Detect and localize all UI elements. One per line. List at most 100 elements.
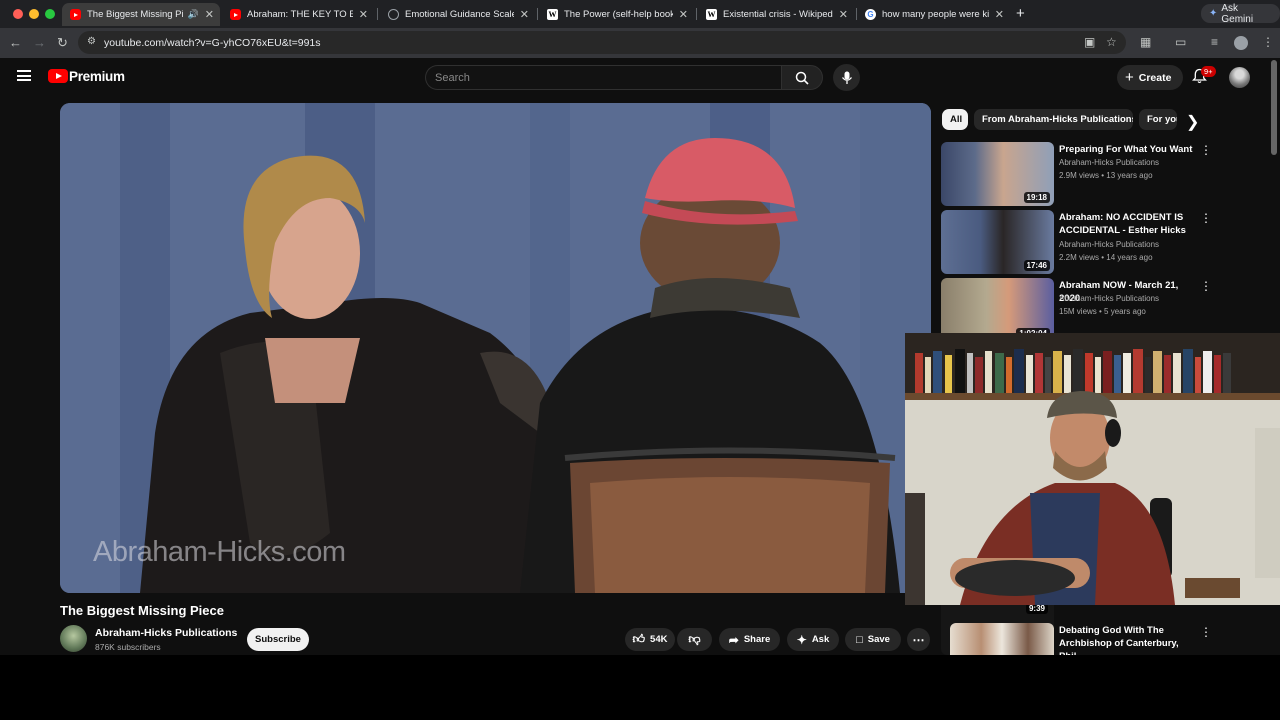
tab-title: how many people were killed <box>882 9 989 20</box>
browser-tab[interactable]: Emotional Guidance Scale - H ✕ <box>380 3 535 26</box>
youtube-icon <box>230 9 241 20</box>
tab-divider <box>377 8 378 20</box>
video-thumbnail[interactable]: 19:18 <box>941 142 1054 206</box>
more-vertical-icon[interactable]: ⋮ <box>1200 280 1212 292</box>
minimize-window-button[interactable] <box>29 9 39 19</box>
recommendation-title[interactable]: Debating God With The Archbishop of Cant… <box>1059 624 1201 655</box>
video-player[interactable]: Abraham-Hicks.com <box>60 103 931 593</box>
close-window-button[interactable] <box>13 9 23 19</box>
tab-title: The Biggest Missing Piece <box>87 9 184 20</box>
speaker-icon[interactable]: 🔊 <box>188 9 199 20</box>
like-count: 54K <box>650 634 668 645</box>
more-horizontal-icon: ⋯ <box>912 632 925 647</box>
browser-tab[interactable]: G how many people were killed ✕ <box>857 3 1010 26</box>
page-scrollbar[interactable] <box>1271 60 1277 155</box>
back-arrow-icon[interactable]: ← <box>9 35 22 50</box>
notification-badge: 9+ <box>1201 66 1216 77</box>
video-thumbnail[interactable] <box>950 623 1054 655</box>
cast-icon[interactable]: ▭ <box>1175 35 1186 49</box>
url-text: youtube.com/watch?v=G-yhCO76xEU&t=991s <box>104 36 321 49</box>
video-watermark: Abraham-Hicks.com <box>93 536 346 568</box>
tab-divider <box>696 8 697 20</box>
extensions-icon[interactable]: ▦ <box>1140 35 1151 49</box>
close-tab-icon[interactable]: ✕ <box>995 8 1004 21</box>
install-app-icon[interactable]: ▣ <box>1084 35 1095 49</box>
search-input[interactable]: Search <box>425 65 782 90</box>
bookshelf <box>915 349 1231 393</box>
close-tab-icon[interactable]: ✕ <box>359 8 368 21</box>
webcam-overlay <box>905 333 1280 605</box>
thumbs-down-icon: 👎︎ <box>688 632 701 646</box>
save-button[interactable]: □ Save <box>845 628 901 651</box>
subscriber-count: 876K subscribers <box>95 642 161 652</box>
voice-search-button[interactable] <box>833 64 860 91</box>
plus-icon: + <box>1125 69 1134 86</box>
account-avatar[interactable] <box>1229 67 1250 88</box>
webcam-frame <box>905 333 1280 605</box>
reload-icon[interactable]: ↻ <box>57 35 68 51</box>
bookmark-icon: □ <box>856 633 863 646</box>
new-tab-button[interactable]: + <box>1016 5 1025 22</box>
create-label: Create <box>1138 71 1172 84</box>
ask-button[interactable]: ✦ Ask <box>787 628 839 651</box>
more-vertical-icon[interactable]: ⋮ <box>1200 212 1212 224</box>
wikipedia-icon: W <box>547 9 558 20</box>
google-icon: G <box>865 9 876 20</box>
youtube-logo-icon[interactable] <box>48 69 68 83</box>
video-frame <box>60 103 931 593</box>
chip-all[interactable]: All <box>942 109 968 130</box>
ask-gemini-button[interactable]: ✦ Ask Gemini <box>1201 2 1280 25</box>
recommendation-meta: 2.9M views • 13 years ago <box>1059 171 1153 180</box>
close-tab-icon[interactable]: ✕ <box>679 8 688 21</box>
thumbs-up-icon: 👍︎ <box>632 632 646 646</box>
browser-tab[interactable]: W Existential crisis - Wikipedia ✕ <box>698 3 854 26</box>
recommendation-title[interactable]: Abraham: NO ACCIDENT IS ACCIDENTAL - Est… <box>1059 211 1201 237</box>
recommendation-channel: Abraham-Hicks Publications <box>1059 158 1160 167</box>
reading-list-icon[interactable]: ≡ <box>1211 35 1218 49</box>
browser-toolbar: ← → ↻ ⚙ youtube.com/watch?v=G-yhCO76xEU&… <box>0 28 1280 58</box>
more-actions-button[interactable]: ⋯ <box>907 628 930 651</box>
channel-avatar[interactable] <box>60 625 87 652</box>
site-info-icon[interactable]: ⚙ <box>87 36 96 47</box>
microphone-icon <box>841 71 852 84</box>
maximize-window-button[interactable] <box>45 9 55 19</box>
more-vertical-icon[interactable]: ⋮ <box>1200 144 1212 156</box>
youtube-premium-logo[interactable]: Premium <box>69 69 125 84</box>
bookmark-star-icon[interactable]: ☆ <box>1106 35 1117 49</box>
close-tab-icon[interactable]: ✕ <box>205 8 214 21</box>
close-tab-icon[interactable]: ✕ <box>839 8 848 21</box>
tab-title: Emotional Guidance Scale - H <box>405 9 514 20</box>
share-label: Share <box>743 634 771 645</box>
subscribe-button[interactable]: Subscribe <box>247 628 309 651</box>
like-button[interactable]: 👍︎ 54K <box>625 628 675 651</box>
forward-arrow-icon[interactable]: → <box>33 35 46 50</box>
wikipedia-icon: W <box>706 9 717 20</box>
recommendation-item[interactable]: Debating God With The Archbishop of Cant… <box>941 623 1241 655</box>
video-duration: 17:46 <box>1023 260 1050 271</box>
browser-tab[interactable]: The Biggest Missing Piece 🔊 ✕ <box>62 3 220 26</box>
address-bar[interactable]: ⚙ youtube.com/watch?v=G-yhCO76xEU&t=991s <box>78 31 1126 54</box>
menu-icon[interactable] <box>17 70 31 81</box>
tab-title: Existential crisis - Wikipedia <box>723 9 833 20</box>
close-tab-icon[interactable]: ✕ <box>520 8 529 21</box>
recommendation-title[interactable]: Preparing For What You Want <box>1059 143 1201 156</box>
browser-tab[interactable]: Abraham: THE KEY TO EFFOR ✕ <box>222 3 374 26</box>
share-icon: ➦ <box>728 632 739 647</box>
search-button[interactable] <box>781 65 823 90</box>
more-menu-icon[interactable]: ⋮ <box>1262 35 1274 49</box>
chevron-right-icon[interactable]: ❯ <box>1186 112 1199 132</box>
create-button[interactable]: + Create <box>1117 65 1184 90</box>
chip-from-channel[interactable]: From Abraham-Hicks Publications <box>974 109 1133 130</box>
recommendation-item[interactable]: 19:18 Preparing For What You Want Abraha… <box>941 142 1241 206</box>
recommendation-item[interactable]: 17:46 Abraham: NO ACCIDENT IS ACCIDENTAL… <box>941 210 1241 274</box>
more-vertical-icon[interactable]: ⋮ <box>1200 626 1212 638</box>
ask-gemini-label: Ask Gemini <box>1221 2 1254 25</box>
dislike-button[interactable]: 👎︎ <box>677 628 712 651</box>
browser-tab[interactable]: W The Power (self-help book) - ✕ <box>539 3 694 26</box>
ask-label: Ask <box>811 634 830 645</box>
share-button[interactable]: ➦ Share <box>719 628 780 651</box>
channel-name[interactable]: Abraham-Hicks Publications <box>95 627 237 639</box>
profile-icon[interactable] <box>1234 36 1248 50</box>
chip-for-you[interactable]: For you <box>1139 109 1177 130</box>
video-thumbnail[interactable]: 17:46 <box>941 210 1054 274</box>
